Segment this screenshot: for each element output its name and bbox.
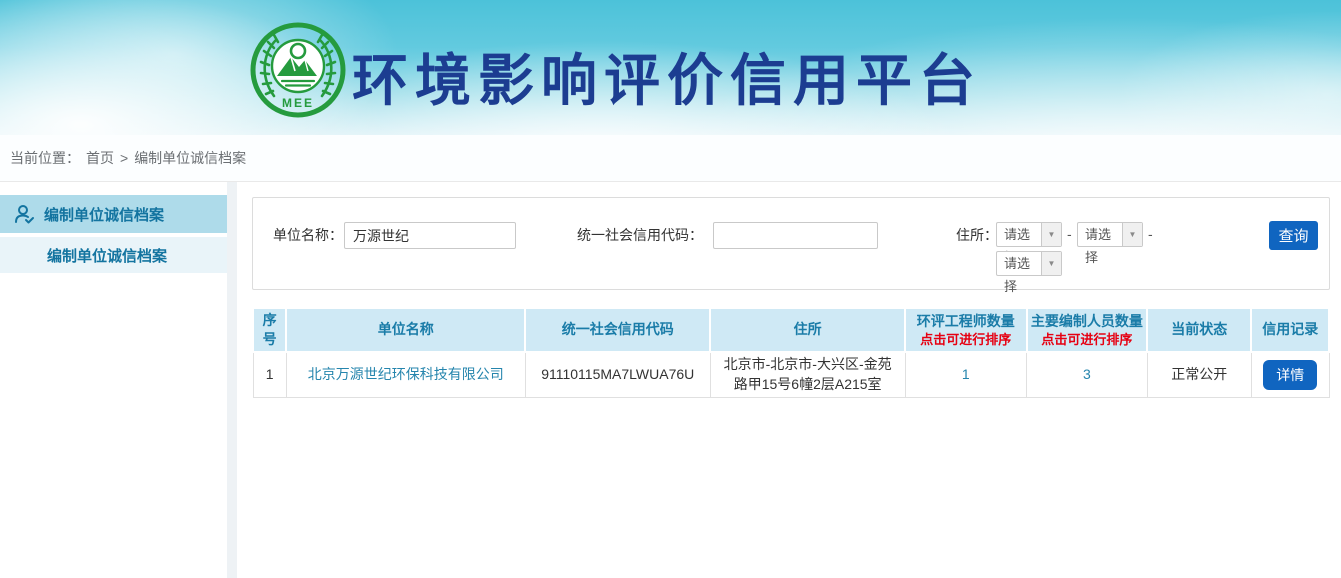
search-panel: 单位名称： 统一社会信用代码： 住所： 请选择 ▼ - 请选择 ▼ - 请选择 … xyxy=(252,197,1330,290)
unit-name-input[interactable] xyxy=(344,222,516,249)
address-province-select[interactable]: 请选择 ▼ xyxy=(996,222,1062,247)
chevron-down-icon[interactable]: ▼ xyxy=(1041,252,1061,275)
header-credit-code: 统一社会信用代码 xyxy=(525,308,710,352)
address-value: 北京市-北京市-大兴区-金苑路甲15号6幢2层A215室 xyxy=(710,352,905,398)
breadcrumb: 当前位置： 首页 > 编制单位诚信档案 xyxy=(0,135,1341,182)
engineer-sort-hint[interactable]: 点击可进行排序 xyxy=(908,331,1024,349)
address-dash: - xyxy=(1148,226,1153,242)
sidebar-item-unit-credit-archive[interactable]: 编制单位诚信档案 xyxy=(0,195,227,233)
logo-mee-text: MEE xyxy=(282,96,314,110)
detail-button[interactable]: 详情 xyxy=(1263,360,1317,390)
address-district-value: 请选择 xyxy=(997,252,1041,275)
engineer-count-link[interactable]: 1 xyxy=(962,366,970,382)
site-header: MEE 环境影响评价信用平台 xyxy=(0,0,1341,135)
breadcrumb-current: 编制单位诚信档案 xyxy=(134,148,246,168)
header-index: 序号 xyxy=(253,308,286,352)
mee-logo-icon: MEE xyxy=(249,21,347,119)
site-title: 环境影响评价信用平台 xyxy=(352,36,982,117)
status-value: 正常公开 xyxy=(1147,352,1251,398)
address-city-value: 请选择 xyxy=(1078,223,1122,246)
address-district-select[interactable]: 请选择 ▼ xyxy=(996,251,1062,276)
sidebar-item-label: 编制单位诚信档案 xyxy=(44,204,164,225)
header-engineer-count: 环评工程师数量 点击可进行排序 xyxy=(905,308,1027,352)
credit-code-label: 统一社会信用代码： xyxy=(577,222,703,248)
breadcrumb-prefix: 当前位置： xyxy=(10,148,80,168)
credit-code-value: 91110115MA7LWUA76U xyxy=(525,352,710,398)
sidebar: 编制单位诚信档案 编制单位诚信档案 xyxy=(0,182,227,578)
user-check-icon xyxy=(13,203,35,225)
main-area: 单位名称： 统一社会信用代码： 住所： 请选择 ▼ - 请选择 ▼ - 请选择 … xyxy=(237,182,1341,578)
credit-code-input[interactable] xyxy=(713,222,878,249)
header-status: 当前状态 xyxy=(1147,308,1251,352)
sidebar-subitem-unit-credit-archive[interactable]: 编制单位诚信档案 xyxy=(0,237,227,273)
header-engineer-count-label: 环评工程师数量 xyxy=(917,313,1015,329)
sidebar-divider xyxy=(227,182,237,578)
header-staff-count: 主要编制人员数量 点击可进行排序 xyxy=(1027,308,1148,352)
query-button[interactable]: 查询 xyxy=(1269,221,1318,250)
address-label: 住所： xyxy=(956,222,998,248)
address-city-select[interactable]: 请选择 ▼ xyxy=(1077,222,1143,247)
address-dash: - xyxy=(1067,226,1072,242)
staff-sort-hint[interactable]: 点击可进行排序 xyxy=(1030,331,1145,349)
address-province-value: 请选择 xyxy=(997,223,1041,246)
header-address: 住所 xyxy=(710,308,905,352)
results-table: 序号 单位名称 统一社会信用代码 住所 环评工程师数量 点击可进行排序 主要编制… xyxy=(252,307,1330,398)
chevron-down-icon[interactable]: ▼ xyxy=(1041,223,1061,246)
breadcrumb-home-link[interactable]: 首页 xyxy=(86,148,114,168)
unit-name-label: 单位名称： xyxy=(273,222,343,248)
unit-name-link[interactable]: 北京万源世纪环保科技有限公司 xyxy=(308,366,504,382)
sidebar-subitem-label: 编制单位诚信档案 xyxy=(47,245,167,266)
table-row: 1 北京万源世纪环保科技有限公司 91110115MA7LWUA76U 北京市-… xyxy=(253,352,1329,398)
breadcrumb-separator: > xyxy=(120,150,128,166)
table-header-row: 序号 单位名称 统一社会信用代码 住所 环评工程师数量 点击可进行排序 主要编制… xyxy=(253,308,1329,352)
chevron-down-icon[interactable]: ▼ xyxy=(1122,223,1142,246)
header-unit-name: 单位名称 xyxy=(286,308,525,352)
row-index: 1 xyxy=(253,352,286,398)
header-credit-record: 信用记录 xyxy=(1251,308,1329,352)
staff-count-link[interactable]: 3 xyxy=(1083,366,1091,382)
content-area: 编制单位诚信档案 编制单位诚信档案 单位名称： 统一社会信用代码： 住所： 请选… xyxy=(0,182,1341,578)
header-staff-count-label: 主要编制人员数量 xyxy=(1031,313,1143,329)
